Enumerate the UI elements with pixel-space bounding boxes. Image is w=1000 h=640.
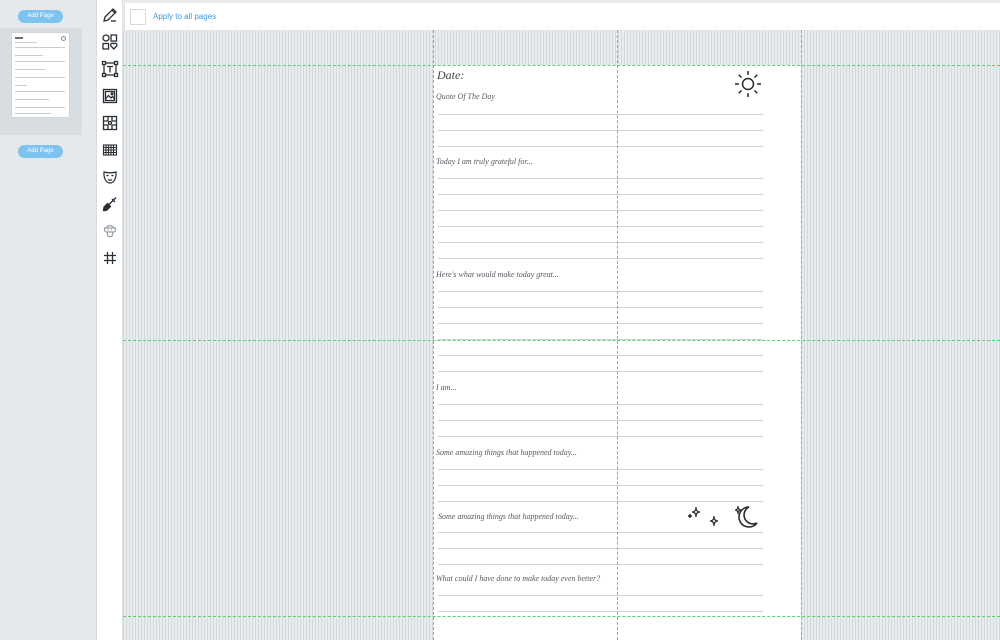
writing-line: [438, 436, 763, 437]
moon-stars-icon: [687, 503, 763, 533]
writing-line: [438, 291, 763, 292]
writing-line: [438, 146, 763, 147]
pencil-icon[interactable]: [101, 6, 119, 24]
page-thumbnail[interactable]: [11, 32, 70, 118]
pages-panel: Add Page Page 1 (Odd) Add Page: [0, 0, 97, 640]
writing-line: [438, 323, 763, 324]
add-page-top-button[interactable]: Add Page: [18, 10, 63, 23]
writing-line: [438, 371, 763, 372]
thumbnail-line: [15, 37, 23, 39]
thumbnail-line: [15, 77, 65, 78]
writing-line: [438, 501, 763, 502]
writing-line: [438, 258, 763, 259]
texture-icon[interactable]: [101, 141, 119, 159]
guide-line-horizontal: [123, 616, 1000, 617]
editor-canvas[interactable]: Date: Quote Of The Day Today I am truly …: [123, 30, 1000, 640]
writing-line: [438, 532, 763, 533]
prompt-i-am: I am...: [436, 383, 457, 392]
guide-line-vertical: [433, 30, 434, 640]
thumbnail-line: [15, 107, 65, 108]
thumbnail-line: [15, 85, 27, 86]
pattern-icon[interactable]: [101, 114, 119, 132]
brush-icon[interactable]: [101, 195, 119, 213]
writing-line: [438, 404, 763, 405]
thumbnail-line: [15, 91, 65, 92]
apply-to-all-checkbox[interactable]: [130, 9, 146, 25]
grid-icon[interactable]: [101, 249, 119, 267]
thumbnail-line: [15, 99, 49, 100]
writing-line: [438, 595, 763, 596]
writing-line: [438, 485, 763, 486]
writing-line: [438, 564, 763, 565]
guide-line-horizontal: [123, 340, 1000, 341]
writing-line: [438, 420, 763, 421]
guide-line-horizontal: [123, 65, 1000, 66]
mask-icon[interactable]: [101, 168, 119, 186]
thumbnail-line: [15, 69, 45, 70]
thumbnail-line: [15, 55, 43, 56]
prompt-amazing-things-1: Some amazing things that happened today.…: [436, 448, 577, 457]
thumbnail-sun-icon: [61, 36, 66, 41]
writing-line: [438, 178, 763, 179]
apply-to-all-label[interactable]: Apply to all pages: [153, 12, 216, 21]
thumbnail-line: [15, 42, 37, 43]
writing-line: [438, 548, 763, 549]
prompt-even-better: What could I have done to make today eve…: [436, 574, 601, 583]
stamp-icon[interactable]: [101, 222, 119, 240]
prompt-grateful-for: Today I am truly grateful for...: [436, 157, 533, 166]
writing-line: [438, 210, 763, 211]
guide-line-vertical: [801, 30, 802, 640]
writing-line: [438, 242, 763, 243]
writing-line: [438, 611, 763, 612]
guide-line-vertical: [617, 30, 618, 640]
add-page-bottom-button[interactable]: Add Page: [18, 145, 63, 158]
thumbnail-line: [15, 113, 51, 114]
writing-line: [438, 130, 763, 131]
writing-line: [438, 194, 763, 195]
prompt-amazing-things-2: Some amazing things that happened today.…: [438, 512, 579, 521]
date-label: Date:: [437, 68, 465, 82]
writing-line: [438, 469, 763, 470]
shapes-icon[interactable]: [101, 33, 119, 51]
writing-line: [438, 307, 763, 308]
tool-strip: [97, 0, 123, 640]
image-icon[interactable]: [101, 87, 119, 105]
prompt-quote-of-the-day: Quote Of The Day: [436, 92, 495, 101]
writing-line: [438, 114, 763, 115]
writing-line: [438, 355, 763, 356]
thumbnail-line: [15, 47, 65, 48]
page-thumbnail-selected[interactable]: Page 1 (Odd): [0, 28, 82, 157]
writing-line: [438, 226, 763, 227]
thumbnail-line: [15, 61, 65, 62]
prompt-make-today-great: Here's what would make today great...: [436, 270, 559, 279]
text-box-icon[interactable]: [101, 60, 119, 78]
options-bar: Apply to all pages: [125, 3, 1000, 30]
sun-icon: [733, 69, 763, 99]
